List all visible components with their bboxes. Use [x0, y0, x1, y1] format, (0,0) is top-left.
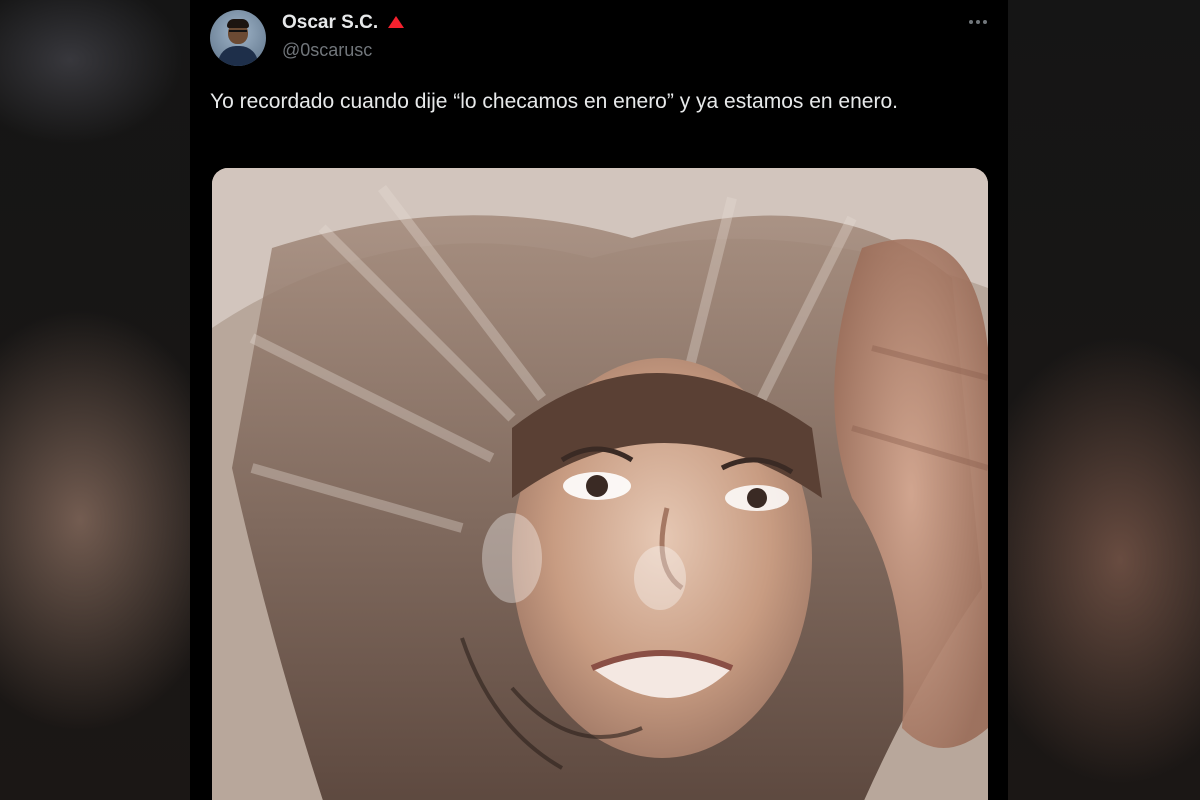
more-dot	[976, 20, 980, 24]
more-dot	[969, 20, 973, 24]
photo-illustration	[212, 168, 988, 800]
avatar-hair	[227, 19, 249, 28]
avatar[interactable]	[210, 10, 266, 66]
author-name-row: Oscar S.C.	[282, 12, 405, 34]
avatar-glasses	[229, 30, 247, 36]
avatar-body	[218, 46, 258, 66]
more-horizontal-icon[interactable]	[964, 12, 992, 32]
red-triangle-icon	[388, 16, 405, 28]
author-handle[interactable]: @0scarusc	[282, 40, 372, 61]
tweet-card[interactable]: Oscar S.C. @0scarusc Yo recordado cuando…	[190, 0, 1008, 800]
more-dot	[983, 20, 987, 24]
author-display-name[interactable]: Oscar S.C.	[282, 12, 378, 34]
tweet-text: Yo recordado cuando dije “lo checamos en…	[210, 90, 898, 113]
tweet-media-photo[interactable]	[212, 168, 988, 800]
